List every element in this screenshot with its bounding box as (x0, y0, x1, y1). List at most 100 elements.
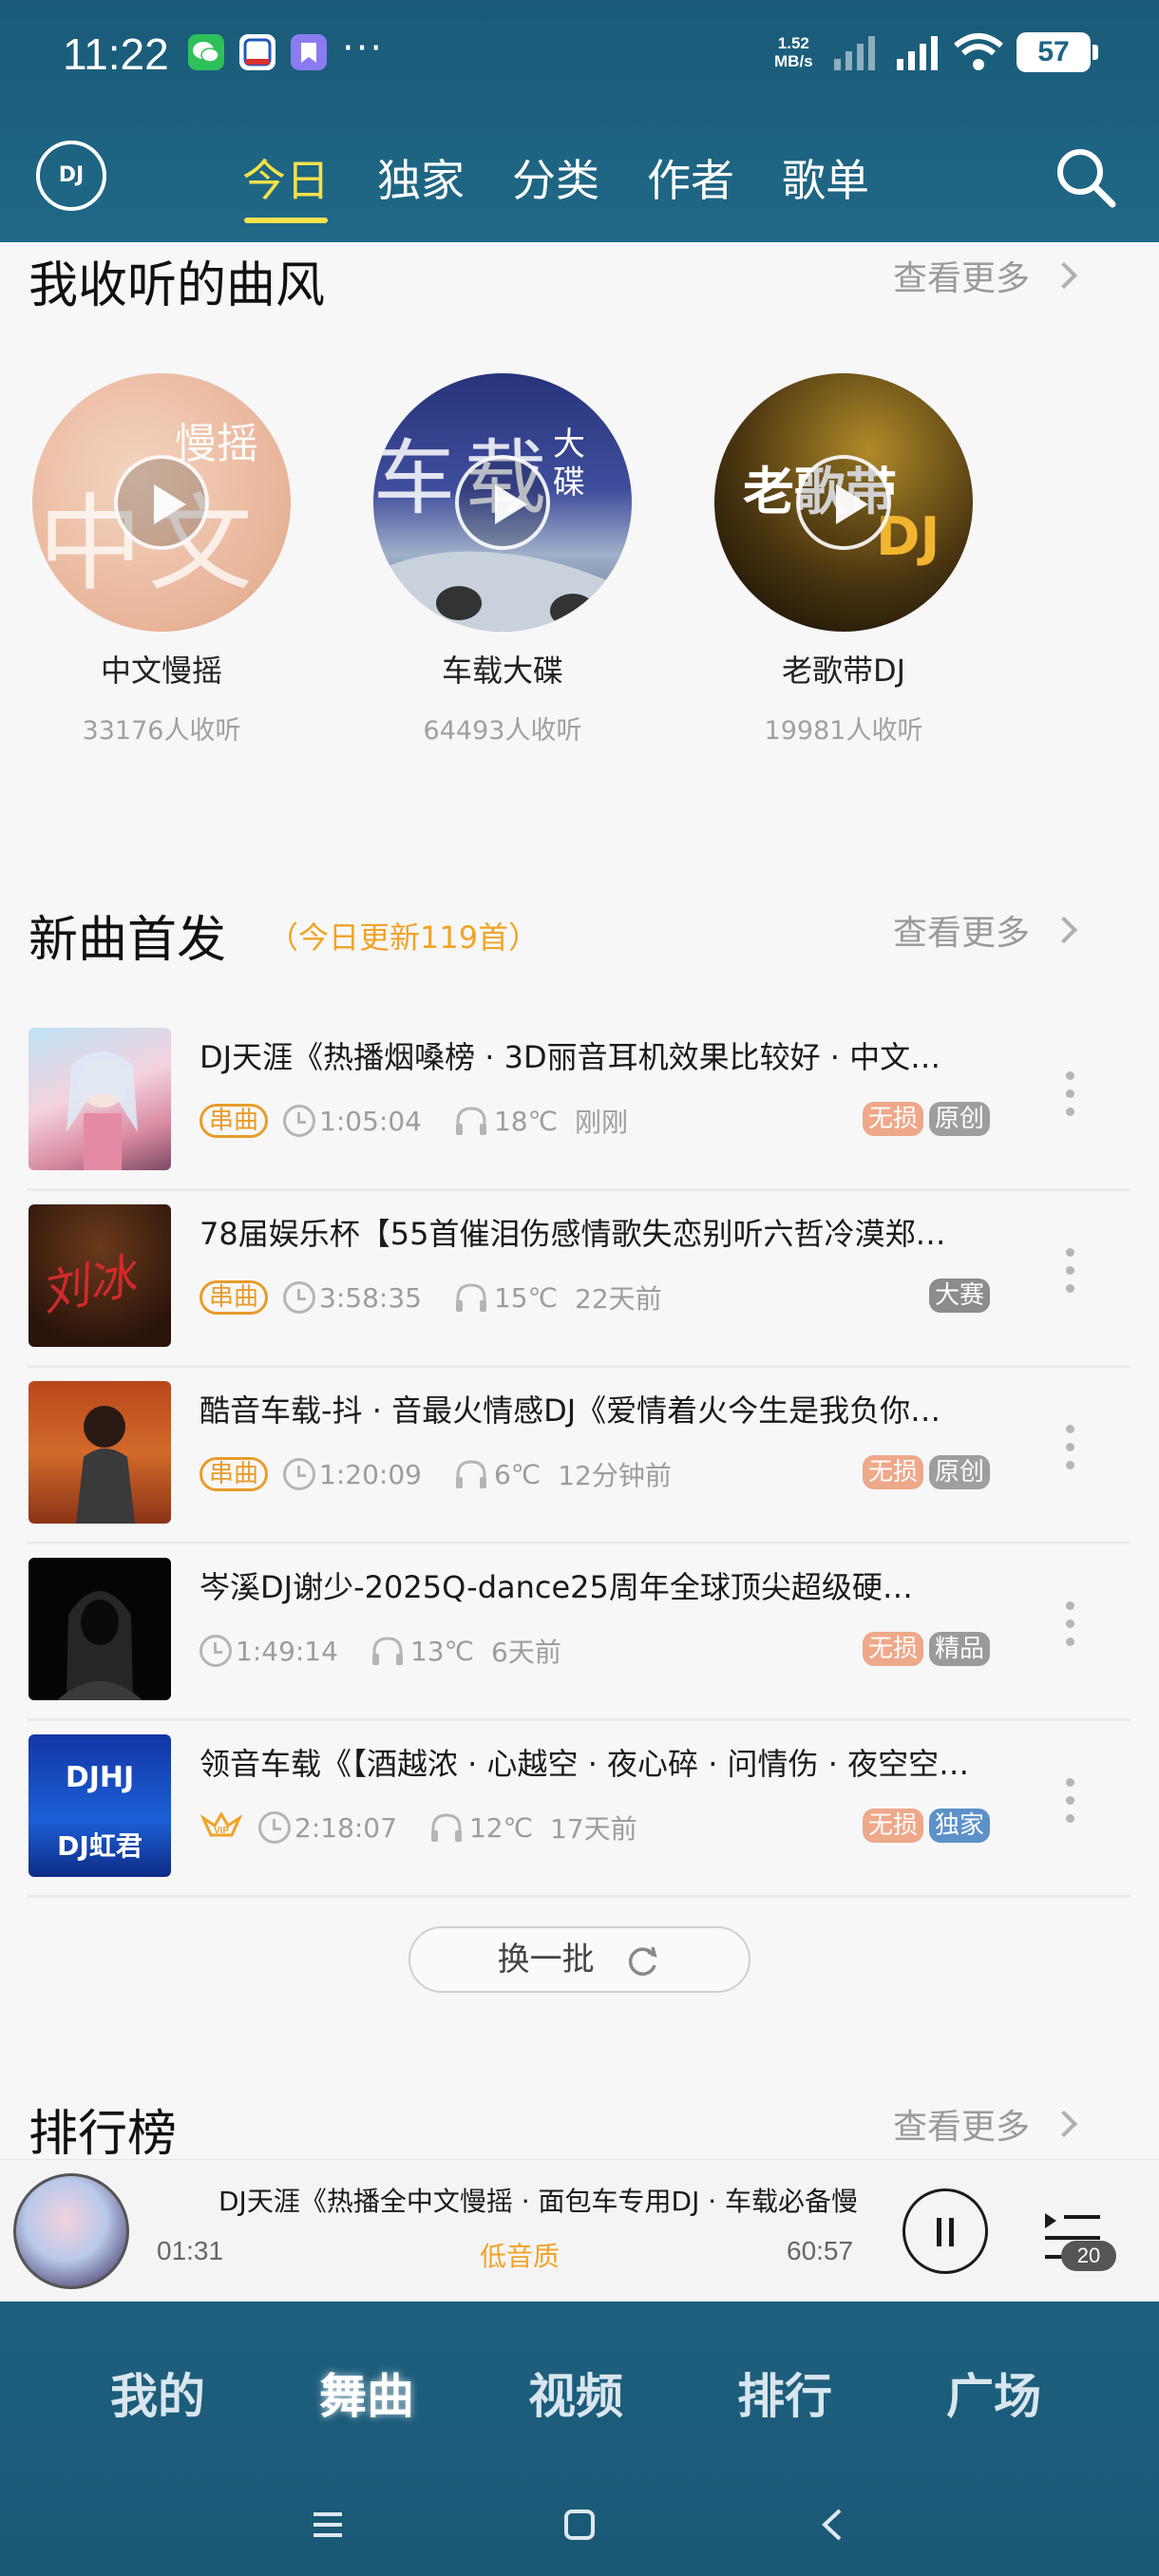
more-vertical-icon[interactable] (1064, 1425, 1075, 1482)
logo-text: DJ (58, 163, 85, 187)
song-tags: 无损 原创 (857, 1455, 990, 1489)
battery-level: 57 (1016, 32, 1091, 72)
clock-icon (258, 1811, 291, 1844)
song-time: 6天前 (491, 1637, 561, 1668)
tag-premium: 精品 (928, 1632, 990, 1666)
wifi-icon (954, 33, 1003, 70)
tab-category[interactable]: 分类 (512, 147, 599, 223)
status-bar: 11:22 ··· 1.52 MB/s 57 (0, 0, 1159, 104)
new-more-link[interactable]: 查看更多 (893, 905, 1078, 955)
song-row[interactable]: 刘冰 78届娱乐杯【55首催泪伤感情歌失恋别听六哲冷漠郑… 串曲 3:58:35… (27, 1191, 1130, 1368)
more-vertical-icon[interactable] (1064, 1248, 1075, 1305)
search-icon[interactable] (1053, 144, 1119, 211)
player-title: DJ天涯《热播全中文慢摇 · 面包车专用DJ · 车载必备慢 (218, 2186, 859, 2217)
nav-dance[interactable]: 舞曲 (319, 2358, 414, 2427)
tab-author[interactable]: 作者 (647, 147, 734, 223)
play-icon[interactable] (796, 455, 891, 550)
song-row[interactable]: DJHJ DJ虹君 领音车载《【酒越浓 · 心越空 · 夜心碎 · 问情伤 · … (27, 1721, 1130, 1898)
home-icon[interactable] (556, 2501, 603, 2548)
headphone-icon (371, 1637, 403, 1665)
song-heat: 18℃ (493, 1105, 559, 1137)
tag-lossless: 无损 (862, 1102, 923, 1136)
new-section-subtitle: （今日更新119首） (268, 919, 540, 956)
play-icon[interactable] (455, 455, 550, 550)
refresh-batch-button[interactable]: 换一批 (408, 1926, 750, 1993)
refresh-label: 换一批 (497, 1941, 595, 1979)
song-tags: 无损 原创 (857, 1102, 990, 1136)
rank-section-title: 排行榜 (28, 2106, 178, 2163)
song-duration: 3:58:35 (319, 1281, 422, 1314)
mini-player[interactable]: DJ天涯《热播全中文慢摇 · 面包车专用DJ · 车载必备慢 01:31 低音质… (0, 2159, 1159, 2301)
bottom-nav: 我的 舞曲 视频 排行 广场 (0, 2301, 1159, 2576)
queue-count-badge: 20 (1061, 2241, 1116, 2271)
top-tabs: 今日 独家 分类 作者 歌单 (242, 147, 917, 223)
clock-icon (283, 1458, 316, 1490)
tab-playlist[interactable]: 歌单 (782, 147, 869, 223)
song-title: 78届娱乐杯【55首催泪伤感情歌失恋别听六哲冷漠郑… (200, 1216, 946, 1252)
genre-name: 老歌带DJ (781, 653, 906, 689)
tag-exclusive: 独家 (928, 1809, 990, 1843)
nav-video[interactable]: 视频 (528, 2358, 623, 2427)
song-cover (28, 1558, 171, 1700)
genre-listeners: 33176人收听 (82, 716, 241, 746)
headphone-icon (455, 1283, 486, 1312)
battery-icon: 57 (1016, 32, 1098, 72)
more-vertical-icon[interactable] (1064, 1778, 1075, 1835)
pause-button[interactable] (902, 2188, 988, 2274)
genres-more-link[interactable]: 查看更多 (893, 251, 1078, 300)
song-tags: 无损 独家 (857, 1809, 990, 1843)
rank-more-label: 查看更多 (893, 2108, 1031, 2147)
more-vertical-icon[interactable] (1064, 1601, 1075, 1658)
clock-icon (283, 1105, 316, 1137)
medley-badge: 串曲 (200, 1457, 269, 1491)
player-total: 60:57 (787, 2236, 854, 2265)
song-cover: 刘冰 (28, 1204, 171, 1347)
tab-exclusive[interactable]: 独家 (377, 147, 465, 223)
genre-card[interactable]: 慢摇 中文 中文慢摇 33176人收听 (32, 373, 291, 747)
dj-logo-icon[interactable]: DJ (36, 141, 106, 211)
song-meta: 串曲 1:05:04 18℃ 刚刚 (200, 1100, 628, 1142)
song-title: 领音车载《【酒越浓 · 心越空 · 夜心碎 · 问情伤 · 夜空空… (200, 1746, 970, 1782)
genre-card[interactable]: 老歌带 DJ 老歌带DJ 19981人收听 (714, 373, 973, 747)
battery-tip (1092, 45, 1098, 60)
nav-rank[interactable]: 排行 (737, 2358, 832, 2427)
song-cover: DJHJ DJ虹君 (28, 1734, 171, 1877)
menu-icon[interactable] (304, 2501, 352, 2548)
genre-card[interactable]: 车载 大碟 车载大碟 64493人收听 (373, 373, 632, 747)
headphone-icon (455, 1460, 486, 1488)
back-icon[interactable] (809, 2501, 857, 2548)
song-row[interactable]: 酷音车载-抖 · 音最火情感DJ《爱情着火今生是我负你… 串曲 1:20:09 … (27, 1368, 1130, 1544)
nav-square[interactable]: 广场 (946, 2358, 1041, 2427)
genre-cover: 车载 大碟 (373, 373, 632, 632)
headphone-icon (455, 1107, 486, 1135)
quality-toggle[interactable]: 低音质 (480, 2236, 560, 2274)
bookmark-app-icon (291, 34, 327, 70)
song-heat: 15℃ (493, 1281, 559, 1314)
song-row[interactable]: 岑溪DJ谢少-2025Q-dance25周年全球顶尖超级硬… 1:49:14 1… (27, 1544, 1130, 1721)
genres-more-label: 查看更多 (893, 259, 1031, 298)
play-icon[interactable] (114, 455, 209, 550)
song-cover (28, 1381, 171, 1524)
genre-name: 中文慢摇 (100, 653, 222, 689)
cover-calligraphy: 刘冰 (35, 1248, 141, 1322)
song-heat: 13℃ (409, 1635, 475, 1667)
player-cover[interactable] (13, 2173, 129, 2289)
more-vertical-icon[interactable] (1064, 1071, 1075, 1128)
medley-badge: 串曲 (200, 1104, 269, 1138)
genre-cover: 慢摇 中文 (32, 373, 291, 632)
cover-text: 大碟 (553, 426, 585, 502)
song-time: 12分钟前 (558, 1460, 672, 1491)
medley-badge: 串曲 (200, 1280, 269, 1315)
chevron-right-icon (1050, 2110, 1078, 2138)
tag-lossless: 无损 (862, 1809, 923, 1843)
song-heat: 6℃ (493, 1458, 542, 1490)
rank-more-link[interactable]: 查看更多 (893, 2099, 1078, 2149)
song-row[interactable]: DJ天涯《热播烟嗓榜 · 3D丽音耳机效果比较好 · 中文… 串曲 1:05:0… (27, 1014, 1130, 1191)
song-time: 刚刚 (575, 1107, 629, 1138)
cover-logo-text: DJHJ (65, 1761, 135, 1794)
tab-today[interactable]: 今日 (242, 147, 330, 223)
genre-listeners: 19981人收听 (764, 716, 923, 746)
tag-original: 原创 (928, 1455, 990, 1489)
nav-mine[interactable]: 我的 (110, 2358, 205, 2427)
song-tags: 无损 精品 (857, 1632, 990, 1666)
